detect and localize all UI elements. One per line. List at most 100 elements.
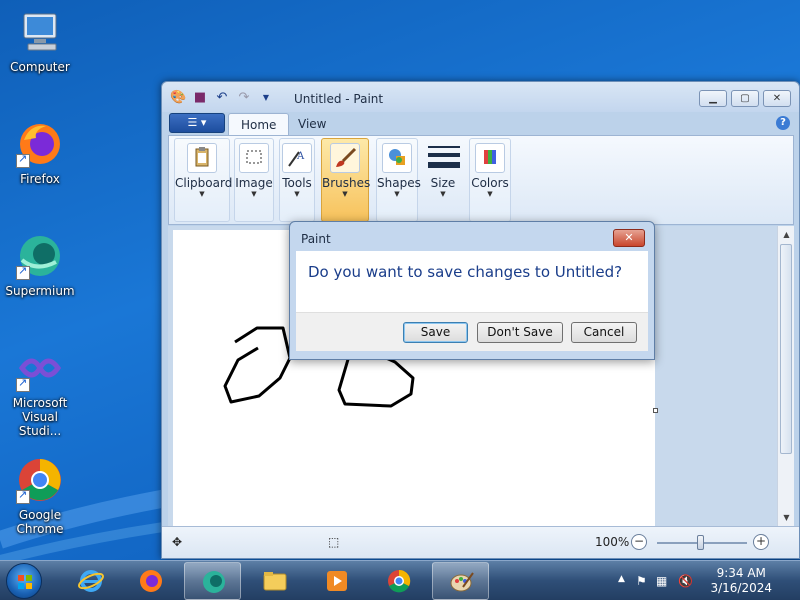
supermium-icon	[16, 232, 64, 280]
save-icon[interactable]: ■	[192, 90, 208, 106]
taskbar-firefox[interactable]	[122, 562, 179, 600]
line-size-icon	[428, 143, 460, 173]
redo-icon[interactable]: ↷	[236, 90, 252, 106]
desktop-icon-supermium[interactable]: Supermium	[0, 232, 80, 298]
ribbon-group-tools[interactable]: A Tools ▼	[279, 138, 315, 222]
desktop-icon-label: Microsoft Visual Studi...	[12, 396, 68, 438]
window-title: Untitled - Paint	[294, 92, 384, 106]
desktop-icon-firefox[interactable]: Firefox	[0, 120, 80, 186]
scroll-down-icon[interactable]: ▼	[778, 509, 795, 526]
ribbon-group-label: Colors	[471, 176, 509, 190]
ribbon-group-colors[interactable]: Colors ▼	[469, 138, 511, 222]
title-bar: 🎨 ■ ↶ ↷ ▼ Untitled - Paint ▁ ▢ ✕	[162, 82, 799, 112]
chevron-down-icon: ▼	[440, 190, 446, 198]
zoom-in-button[interactable]: +	[753, 534, 769, 550]
tools-icon: A	[282, 143, 312, 173]
dialog-footer: Save Don't Save Cancel	[296, 312, 648, 351]
dialog-close-button[interactable]: ✕	[613, 229, 645, 247]
computer-icon	[16, 8, 64, 56]
ribbon-group-image[interactable]: Image ▼	[234, 138, 274, 222]
cursor-position-icon: ✥	[172, 535, 183, 549]
save-button[interactable]: Save	[403, 322, 468, 343]
chrome-icon	[388, 569, 411, 593]
ribbon-group-label: Brushes	[322, 176, 371, 190]
clipboard-icon	[187, 143, 217, 173]
ribbon-tabs: ☰ ▾ Home View ?	[168, 112, 794, 136]
firefox-icon	[16, 120, 64, 168]
chevron-down-icon: ▼	[342, 190, 348, 198]
internet-explorer-icon	[78, 570, 104, 592]
customize-qat-icon[interactable]: ▼	[258, 90, 274, 106]
taskbar-supermium[interactable]	[184, 562, 241, 600]
save-changes-dialog: Paint ✕ Do you want to save changes to U…	[289, 221, 655, 360]
taskbar-paint[interactable]	[432, 562, 489, 600]
ribbon-group-clipboard[interactable]: Clipboard ▼	[174, 138, 232, 222]
clock-date: 3/16/2024	[710, 581, 772, 595]
undo-icon[interactable]: ↶	[214, 90, 230, 106]
help-icon[interactable]: ?	[776, 116, 790, 130]
media-player-icon	[327, 571, 347, 591]
color-palette-icon	[475, 143, 505, 173]
chevron-down-icon: ▼	[251, 190, 257, 198]
paint-menu-button[interactable]: ☰ ▾	[169, 113, 225, 133]
desktop-icon-label: Firefox	[20, 172, 60, 186]
zoom-level: 100%	[595, 535, 630, 549]
firefox-icon	[140, 570, 162, 592]
supermium-icon	[203, 571, 225, 593]
taskbar-chrome[interactable]	[370, 562, 427, 600]
scroll-up-icon[interactable]: ▲	[778, 226, 795, 243]
windows-logo-icon	[18, 575, 32, 589]
ribbon-group-label: Tools	[282, 176, 312, 190]
dialog-title: Paint	[301, 232, 331, 246]
minimize-button[interactable]: ▁	[699, 90, 727, 107]
cancel-button[interactable]: Cancel	[571, 322, 637, 343]
paint-icon	[450, 572, 474, 592]
quick-access-toolbar: 🎨 ■ ↶ ↷ ▼	[170, 90, 274, 106]
canvas-resize-handle[interactable]	[653, 408, 658, 413]
system-tray: ▲ ⚑ ▦ 🔇 9:34 AM 3/16/2024	[610, 561, 800, 600]
vertical-scrollbar[interactable]: ▲ ▼	[777, 226, 794, 526]
start-button[interactable]	[6, 563, 42, 599]
dialog-body: Do you want to save changes to Untitled?	[296, 251, 648, 312]
taskbar-media-player[interactable]	[308, 562, 365, 600]
tab-view[interactable]: View	[286, 113, 338, 136]
chevron-down-icon: ▼	[487, 190, 493, 198]
paint-app-icon: 🎨	[170, 90, 187, 105]
desktop-icon-label: Supermium	[5, 284, 75, 298]
close-window-button[interactable]: ✕	[763, 90, 791, 107]
volume-muted-icon[interactable]: 🔇	[678, 574, 693, 588]
chevron-down-icon: ▼	[294, 190, 300, 198]
taskbar: ▲ ⚑ ▦ 🔇 9:34 AM 3/16/2024	[0, 560, 800, 600]
ribbon-group-label: Image	[235, 176, 273, 190]
desktop-icon-label: Computer	[10, 60, 70, 74]
scrollbar-thumb[interactable]	[780, 244, 792, 454]
show-hidden-icons-icon[interactable]: ▲	[618, 574, 625, 584]
zoom-out-button[interactable]: −	[631, 534, 647, 550]
svg-text:A: A	[296, 151, 305, 162]
ribbon-group-brushes[interactable]: Brushes ▼	[321, 138, 371, 222]
dialog-message: Do you want to save changes to Untitled?	[308, 263, 623, 281]
folder-icon	[263, 572, 287, 591]
clock[interactable]: 9:34 AM 3/16/2024	[710, 566, 772, 596]
chevron-down-icon: ▼	[394, 190, 400, 198]
tab-home[interactable]: Home	[228, 113, 290, 136]
network-icon[interactable]: ▦	[656, 574, 667, 588]
maximize-button[interactable]: ▢	[731, 90, 759, 107]
selection-size-icon: ⬚	[328, 535, 340, 549]
ribbon-group-label: Size	[430, 176, 456, 190]
desktop-icon-visual-studio[interactable]: Microsoft Visual Studi...	[0, 344, 80, 438]
ribbon-group-size[interactable]: Size ▼	[422, 138, 464, 222]
chevron-down-icon: ▼	[199, 190, 205, 198]
dont-save-button[interactable]: Don't Save	[477, 322, 563, 343]
zoom-slider-thumb[interactable]	[697, 535, 704, 550]
select-icon	[239, 143, 269, 173]
ribbon-home: Clipboard ▼ Image ▼ A Tools ▼ Brushes ▼	[168, 135, 794, 225]
taskbar-explorer[interactable]	[246, 562, 303, 600]
ribbon-group-shapes[interactable]: Shapes ▼	[376, 138, 421, 222]
taskbar-internet-explorer[interactable]	[62, 562, 119, 600]
clock-time: 9:34 AM	[716, 566, 766, 580]
window-controls: ▁ ▢ ✕	[699, 90, 791, 107]
action-center-flag-icon[interactable]: ⚑	[636, 574, 647, 588]
desktop-icon-computer[interactable]: Computer	[0, 8, 80, 74]
desktop-icon-chrome[interactable]: Google Chrome	[0, 456, 80, 536]
